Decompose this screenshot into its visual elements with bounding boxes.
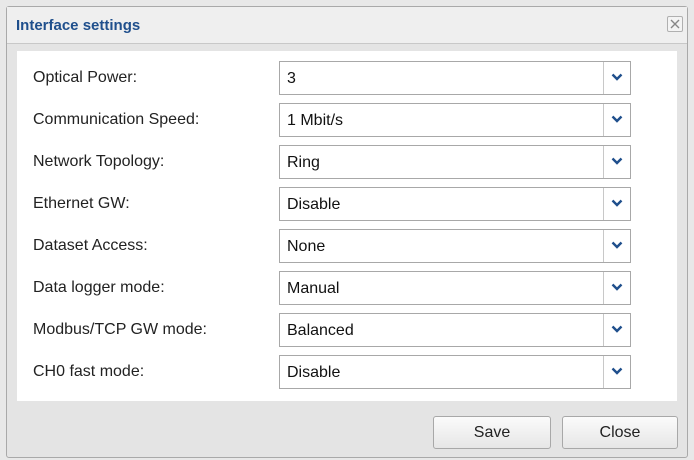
chevron-down-icon[interactable] — [603, 272, 630, 304]
dialog-titlebar: Interface settings — [7, 7, 687, 44]
field-label: CH0 fast mode: — [33, 363, 145, 380]
field-row-network-topology: Network Topology: Ring — [17, 145, 677, 179]
field-label: Optical Power: — [33, 69, 138, 86]
chevron-down-icon[interactable] — [603, 188, 630, 220]
select-value: None — [287, 238, 326, 255]
field-row-modbus-tcp-gw-mode: Modbus/TCP GW mode: Balanced — [17, 313, 677, 347]
field-row-optical-power: Optical Power: 3 — [17, 61, 677, 95]
chevron-down-icon[interactable] — [603, 62, 630, 94]
field-row-data-logger-mode: Data logger mode: Manual — [17, 271, 677, 305]
dialog-title: Interface settings — [16, 17, 141, 34]
interface-settings-dialog: Interface settings Optical Power: 3 Comm… — [6, 6, 688, 458]
modbus-tcp-gw-mode-select[interactable]: Balanced — [279, 313, 631, 347]
field-label: Ethernet GW: — [33, 195, 130, 212]
close-icon[interactable] — [667, 16, 683, 32]
ch0-fast-mode-select[interactable]: Disable — [279, 355, 631, 389]
field-label: Data logger mode: — [33, 279, 165, 296]
close-button[interactable]: Close — [562, 416, 678, 449]
select-value: Balanced — [287, 322, 354, 339]
field-label: Modbus/TCP GW mode: — [33, 321, 207, 338]
field-label: Communication Speed: — [33, 111, 200, 128]
chevron-down-icon[interactable] — [603, 314, 630, 346]
field-row-ch0-fast-mode: CH0 fast mode: Disable — [17, 355, 677, 389]
network-topology-select[interactable]: Ring — [279, 145, 631, 179]
select-value: Manual — [287, 280, 340, 297]
save-button[interactable]: Save — [433, 416, 551, 449]
select-value: Disable — [287, 196, 341, 213]
field-row-ethernet-gw: Ethernet GW: Disable — [17, 187, 677, 221]
field-row-dataset-access: Dataset Access: None — [17, 229, 677, 263]
dialog-footer: Save Close — [7, 407, 687, 457]
field-label: Network Topology: — [33, 153, 165, 170]
optical-power-select[interactable]: 3 — [279, 61, 631, 95]
chevron-down-icon[interactable] — [603, 230, 630, 262]
select-value: 3 — [287, 70, 296, 87]
settings-form: Optical Power: 3 Communication Speed: 1 … — [17, 51, 677, 401]
ethernet-gw-select[interactable]: Disable — [279, 187, 631, 221]
field-row-communication-speed: Communication Speed: 1 Mbit/s — [17, 103, 677, 137]
data-logger-mode-select[interactable]: Manual — [279, 271, 631, 305]
select-value: 1 Mbit/s — [287, 112, 344, 129]
communication-speed-select[interactable]: 1 Mbit/s — [279, 103, 631, 137]
chevron-down-icon[interactable] — [603, 104, 630, 136]
field-label: Dataset Access: — [33, 237, 148, 254]
select-value: Ring — [287, 154, 320, 171]
dataset-access-select[interactable]: None — [279, 229, 631, 263]
chevron-down-icon[interactable] — [603, 356, 630, 388]
chevron-down-icon[interactable] — [603, 146, 630, 178]
select-value: Disable — [287, 364, 341, 381]
